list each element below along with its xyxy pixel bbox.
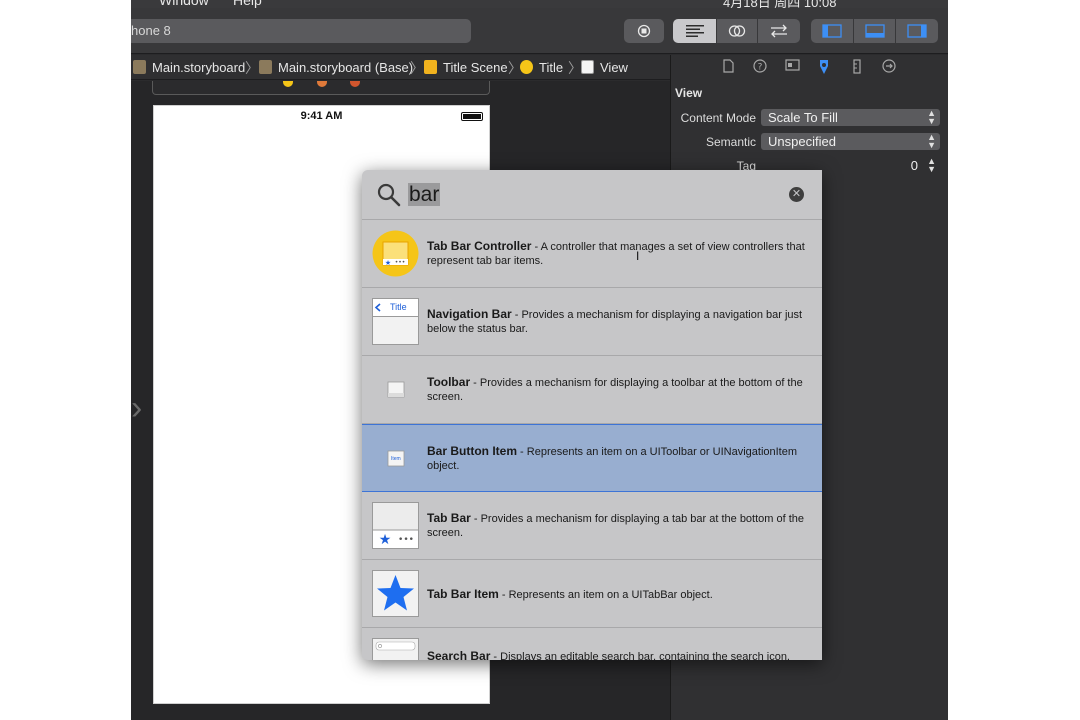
venn-icon bbox=[728, 25, 746, 37]
first-responder-icon[interactable] bbox=[317, 81, 327, 87]
crumb-title[interactable]: Title bbox=[520, 59, 563, 76]
semantic-label: Semantic bbox=[705, 135, 756, 149]
assistant-editor-button[interactable] bbox=[717, 19, 757, 43]
window-toolbar: hone 8 bbox=[131, 8, 948, 54]
content-mode-label: Content Mode bbox=[680, 111, 756, 125]
size-inspector-icon[interactable] bbox=[849, 59, 865, 75]
clear-search-icon[interactable]: ✕ bbox=[789, 187, 804, 202]
updown-chevron-icon: ▲ ▼ bbox=[927, 108, 936, 126]
debug-area-toggle-button[interactable] bbox=[854, 19, 895, 43]
library-item-tab-bar-item[interactable]: Tab Bar Item - Represents an item on a U… bbox=[362, 560, 822, 628]
tab-bar-controller-icon: ★ ••• bbox=[372, 230, 419, 277]
library-item-bar-button-item[interactable]: Item Bar Button Item - Represents an ite… bbox=[362, 424, 822, 492]
attributes-inspector-icon[interactable] bbox=[816, 59, 832, 75]
scene-icon bbox=[424, 60, 437, 74]
tab-bar-item-icon bbox=[372, 570, 419, 617]
right-panel-icon bbox=[907, 24, 927, 38]
menu-window[interactable]: Window bbox=[159, 0, 209, 8]
stop-button[interactable] bbox=[624, 19, 664, 43]
library-item-tab-bar[interactable]: ★ ••• Tab Bar - Provides a mechanism for… bbox=[362, 492, 822, 560]
utilities-toggle-button[interactable] bbox=[896, 19, 938, 43]
storyboard-file-icon bbox=[133, 60, 146, 74]
library-item-navigation-bar[interactable]: Title Navigation Bar - Provides a mechan… bbox=[362, 288, 822, 356]
crumb-title-scene[interactable]: Title Scene bbox=[424, 59, 508, 76]
svg-text:•••: ••• bbox=[395, 259, 406, 266]
scene-dock[interactable] bbox=[152, 81, 490, 95]
library-search-input[interactable]: bar bbox=[408, 181, 778, 209]
stepper-icon[interactable]: ▲ ▼ bbox=[927, 157, 936, 174]
inspector-tabs: ? bbox=[671, 55, 948, 81]
bar-button-thumb-label: Item bbox=[391, 456, 401, 462]
inspector-section-title: View bbox=[675, 86, 703, 100]
bottom-panel-icon bbox=[864, 24, 885, 38]
svg-text:★: ★ bbox=[379, 532, 392, 548]
storyboard-file-icon bbox=[259, 60, 272, 74]
library-results-list: ★ ••• Tab Bar Controller - A controller … bbox=[362, 220, 822, 660]
menu-clock: 4月18日 周四 10:08 bbox=[723, 0, 837, 8]
svg-text:•••: ••• bbox=[398, 535, 414, 545]
file-inspector-icon[interactable] bbox=[720, 59, 736, 75]
library-search-bar: bar ✕ bbox=[362, 170, 822, 220]
crumb-view[interactable]: View bbox=[581, 59, 628, 76]
crumb-main-storyboard[interactable]: Main.storyboard bbox=[133, 59, 245, 76]
identity-inspector-icon[interactable] bbox=[784, 59, 800, 75]
view-icon bbox=[581, 60, 594, 74]
library-item-name: Tab Bar Controller bbox=[427, 239, 532, 253]
entry-point-arrow-icon[interactable]: › bbox=[131, 389, 142, 428]
exit-icon[interactable] bbox=[350, 81, 360, 87]
align-left-icon bbox=[685, 25, 704, 37]
standard-editor-button[interactable] bbox=[673, 19, 716, 43]
svg-text:★: ★ bbox=[385, 259, 391, 267]
menu-bar: Window Help 4月18日 周四 10:08 bbox=[131, 0, 948, 8]
left-panel-icon bbox=[822, 24, 842, 38]
scheme-selector[interactable]: hone 8 bbox=[131, 19, 471, 43]
library-item-name: Tab Bar bbox=[427, 511, 471, 525]
scheme-label: hone 8 bbox=[131, 23, 171, 38]
status-bar-time: 9:41 AM bbox=[300, 110, 343, 122]
library-item-name: Toolbar bbox=[427, 375, 471, 389]
chevron-right-icon: 〉 bbox=[245, 60, 259, 76]
view-controller-icon bbox=[520, 60, 533, 74]
semantic-select[interactable]: Unspecified ▲ ▼ bbox=[761, 133, 940, 150]
library-item-tab-bar-controller[interactable]: ★ ••• Tab Bar Controller - A controller … bbox=[362, 220, 822, 288]
battery-icon bbox=[461, 112, 483, 121]
navigator-toggle-button[interactable] bbox=[811, 19, 853, 43]
tab-bar-icon: ★ ••• bbox=[372, 502, 419, 549]
jump-bar: Main.storyboard 〉 Main.storyboard (Base)… bbox=[131, 55, 670, 80]
search-icon bbox=[377, 183, 401, 207]
version-editor-button[interactable] bbox=[758, 19, 800, 43]
text-cursor-icon: I bbox=[636, 249, 640, 263]
content-mode-select[interactable]: Scale To Fill ▲ ▼ bbox=[761, 109, 940, 126]
library-item-name: Navigation Bar bbox=[427, 307, 512, 321]
menu-help[interactable]: Help bbox=[233, 0, 262, 8]
library-item-name: Search Bar bbox=[427, 649, 491, 660]
stop-icon bbox=[637, 24, 651, 38]
object-library-popover: bar ✕ ★ ••• Tab Bar Controller - A contr… bbox=[362, 170, 822, 660]
library-item-search-bar[interactable]: Search Bar - Displays an editable search… bbox=[362, 628, 822, 660]
swap-arrows-icon bbox=[771, 24, 787, 38]
updown-chevron-icon: ▲ ▼ bbox=[927, 132, 936, 150]
navigation-bar-thumb-title: Title bbox=[390, 302, 407, 312]
library-item-desc: - Displays an editable search bar, conta… bbox=[490, 651, 790, 660]
library-item-toolbar[interactable]: Toolbar - Provides a mechanism for displ… bbox=[362, 356, 822, 424]
connections-inspector-icon[interactable] bbox=[881, 59, 897, 75]
chevron-right-icon: 〉 bbox=[410, 60, 424, 76]
library-item-desc: - Provides a mechanism for displaying a … bbox=[427, 513, 805, 539]
library-item-desc: - Represents an item on a UITabBar objec… bbox=[498, 589, 713, 601]
chevron-right-icon: 〉 bbox=[568, 60, 582, 76]
library-item-name: Tab Bar Item bbox=[427, 587, 499, 601]
help-inspector-icon[interactable]: ? bbox=[752, 59, 768, 75]
view-controller-icon[interactable] bbox=[283, 81, 293, 87]
toolbar-icon bbox=[387, 381, 405, 398]
library-item-name: Bar Button Item bbox=[427, 444, 517, 458]
crumb-main-storyboard-base[interactable]: Main.storyboard (Base) bbox=[259, 59, 413, 76]
search-bar-icon bbox=[372, 638, 419, 660]
svg-text:?: ? bbox=[758, 63, 763, 73]
library-item-desc: - Provides a mechanism for displaying a … bbox=[427, 377, 803, 403]
